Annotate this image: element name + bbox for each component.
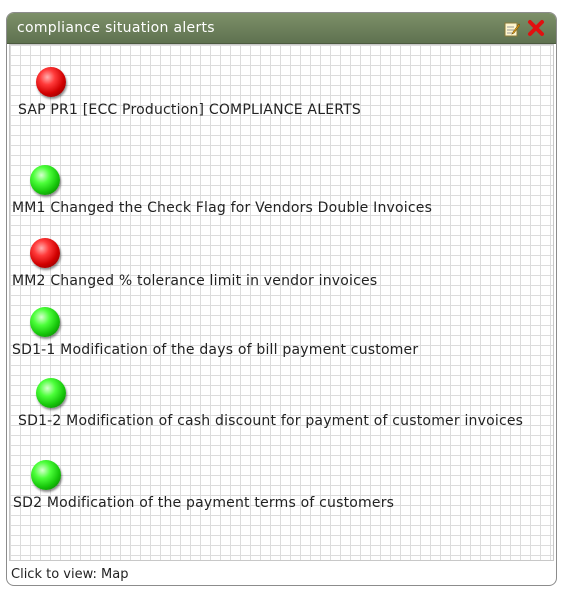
alert-label: SD2 Modification of the payment terms of… (13, 495, 395, 511)
alert-label: MM1 Changed the Check Flag for Vendors D… (12, 200, 433, 216)
close-icon[interactable] (527, 19, 545, 37)
footer-prefix: Click to view: (11, 567, 102, 582)
widget-title: compliance situation alerts (17, 20, 215, 36)
green-status-led-icon (31, 460, 61, 490)
map-link[interactable]: Map (101, 567, 128, 582)
alert-label: SAP PR1 [ECC Production] COMPLIANCE ALER… (18, 102, 361, 118)
red-status-led-icon (36, 67, 66, 97)
alert-label: SD1-1 Modification of the days of bill p… (12, 342, 419, 358)
red-status-led-icon (30, 238, 60, 268)
compliance-alerts-widget: compliance situation alerts SAP PR1 [ECC… (6, 12, 557, 586)
green-status-led-icon (30, 307, 60, 337)
green-status-led-icon (36, 378, 66, 408)
alerts-panel: SAP PR1 [ECC Production] COMPLIANCE ALER… (9, 44, 554, 561)
alert-label: SD1-2 Modification of cash discount for … (18, 413, 524, 429)
green-status-led-icon (30, 165, 60, 195)
alert-label: MM2 Changed % tolerance limit in vendor … (12, 273, 378, 289)
footer: Click to view: Map (11, 567, 128, 582)
edit-icon[interactable] (504, 21, 521, 37)
widget-titlebar: compliance situation alerts (7, 13, 556, 44)
